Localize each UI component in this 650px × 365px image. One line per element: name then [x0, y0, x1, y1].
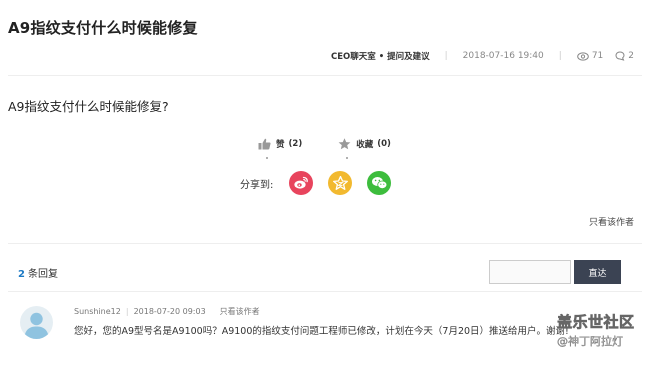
favorite-button[interactable]: 收藏 (0)	[338, 138, 391, 150]
share-qzone-button[interactable]	[328, 171, 353, 195]
reply-text: 您好，您的A9型号名是A9100吗？A9100的指纹支付问题工程师已修改，计划在…	[74, 326, 569, 337]
post-category-link[interactable]: CEO聊天室 • 提问及建议	[331, 50, 430, 62]
speech-bubble-icon	[615, 51, 625, 61]
share-bar: 分享到:	[240, 171, 392, 195]
views-count: 71	[591, 51, 604, 61]
comments-stat: 2	[615, 51, 634, 61]
reply-datetime: 2018-07-20 09:03	[133, 307, 206, 316]
action-dots	[263, 157, 353, 159]
jump-button[interactable]: 直达	[574, 260, 621, 284]
post-meta: CEO聊天室 • 提问及建议 | 2018-07-16 19:40 | 71 2	[331, 50, 634, 62]
star-icon	[338, 138, 351, 150]
reply-count-suffix: 条回复	[27, 269, 58, 280]
thumbs-up-icon	[258, 138, 271, 150]
like-button[interactable]: 赞 (2)	[258, 138, 302, 150]
comments-count: 2	[628, 51, 634, 61]
like-count: (2)	[288, 139, 303, 149]
post-actions: 赞 (2) 收藏 (0)	[258, 138, 391, 150]
divider	[8, 75, 642, 76]
eye-icon	[577, 51, 589, 61]
reply-author[interactable]: Sunshine12	[74, 307, 121, 316]
divider	[8, 243, 642, 244]
reply-count: 2	[18, 269, 25, 280]
meta-divider: |	[444, 51, 448, 61]
reply-meta: Sunshine12 | 2018-07-20 09:03 只看该作者	[74, 306, 260, 317]
share-weibo-button[interactable]	[289, 171, 314, 195]
like-label: 赞	[276, 140, 285, 150]
share-label: 分享到:	[240, 179, 274, 191]
weibo-icon	[294, 176, 309, 189]
wechat-icon	[371, 177, 388, 189]
favorite-count: (0)	[377, 139, 391, 149]
favorite-label: 收藏	[356, 140, 374, 150]
only-view-author-link[interactable]: 只看该作者	[589, 215, 634, 228]
reply-only-author-link[interactable]: 只看该作者	[220, 306, 260, 317]
watermark-author: @神丁阿拉灯	[557, 335, 623, 348]
share-wechat-button[interactable]	[367, 171, 392, 195]
meta-divider: |	[125, 307, 129, 316]
post-title: A9指纹支付什么时候能修复	[8, 19, 198, 37]
avatar[interactable]	[20, 306, 53, 339]
meta-divider: |	[558, 51, 562, 61]
qzone-star-icon	[332, 176, 348, 190]
default-avatar-icon	[24, 312, 49, 339]
reply-count-heading: 2 条回复	[18, 265, 58, 280]
post-body: A9指纹支付什么时候能修复?	[8, 99, 169, 114]
divider	[8, 291, 642, 292]
views-stat: 71	[577, 51, 603, 61]
watermark-site: 盖乐世社区	[557, 313, 635, 332]
watermark: 盖乐世社区 @神丁阿拉灯	[557, 311, 641, 349]
jump-to-floor-input[interactable]	[489, 260, 571, 284]
post-datetime: 2018-07-16 19:40	[462, 51, 544, 61]
